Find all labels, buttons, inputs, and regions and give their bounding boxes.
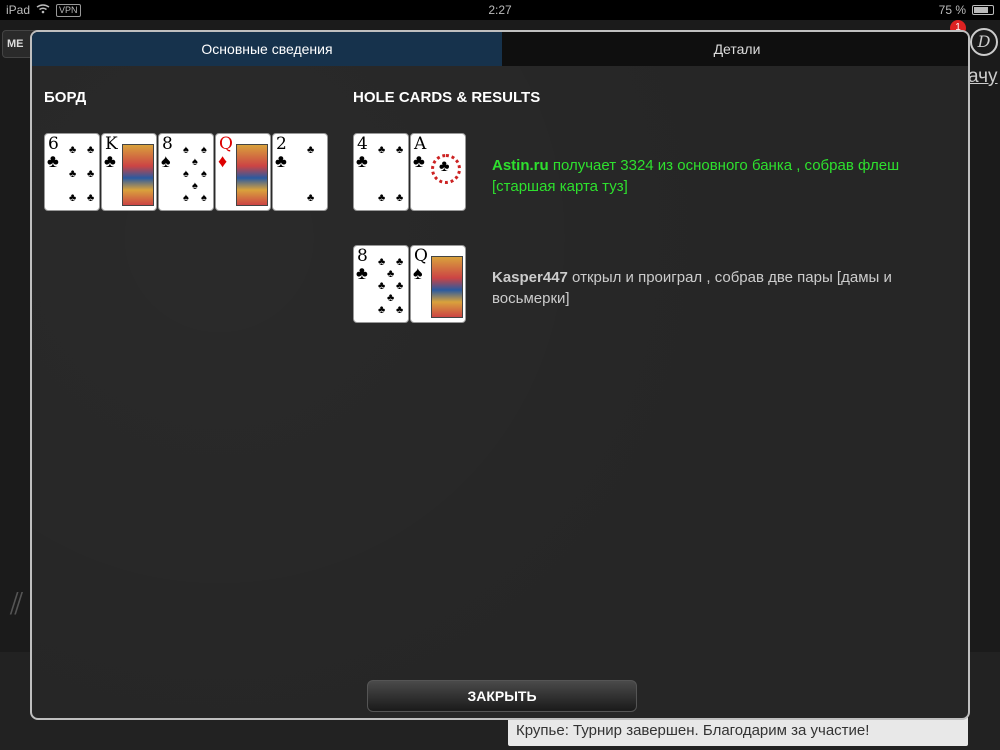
player-name: Kasper447 bbox=[492, 269, 568, 286]
pip-icon: ♣ bbox=[396, 304, 404, 316]
logo-icon[interactable]: D bbox=[970, 28, 998, 56]
pip-icon: ♣ bbox=[396, 280, 404, 292]
background-link[interactable]: ачу bbox=[968, 66, 998, 88]
card-suit-icon: ♣ bbox=[47, 151, 59, 171]
pip-icon: ♠ bbox=[201, 168, 207, 180]
card-suit-icon: ♠ bbox=[161, 151, 171, 171]
card-suit-icon: ♣ bbox=[356, 151, 368, 171]
pip-icon: ♣ bbox=[87, 168, 95, 180]
tab-bar: Основные сведения Детали bbox=[32, 32, 968, 66]
pip-icon: ♣ bbox=[378, 144, 386, 156]
collapse-arrow-icon[interactable]: ⫽ bbox=[10, 588, 23, 622]
tab-overview[interactable]: Основные сведения bbox=[32, 32, 502, 66]
card-pips: ♣ ♣ ♣ ♣ ♣ ♣ ♣ ♣ bbox=[376, 254, 406, 318]
close-button[interactable]: ЗАКРЫТЬ bbox=[367, 680, 637, 712]
pip-icon: ♣ bbox=[387, 268, 395, 280]
playing-card: Q ♠ bbox=[410, 245, 466, 323]
pip-icon: ♣ bbox=[307, 144, 315, 156]
pip-icon: ♠ bbox=[201, 192, 207, 204]
face-card-art-icon bbox=[122, 144, 154, 206]
status-bar: iPad VPN 2:27 75 % bbox=[0, 0, 1000, 20]
card-suit-icon: ♣ bbox=[356, 263, 368, 283]
face-card-art-icon bbox=[431, 256, 463, 318]
results-title: HOLE CARDS & RESULTS bbox=[353, 89, 541, 106]
playing-card: 2 ♣ ♣ ♣ bbox=[272, 133, 328, 211]
result-text: получает 3324 из основного банка , собра… bbox=[492, 157, 900, 195]
card-pips: ♣ ♣ bbox=[295, 142, 325, 206]
card-pips: ♣ ♣ ♣ ♣ bbox=[376, 142, 406, 206]
pip-icon: ♠ bbox=[183, 144, 189, 156]
battery-icon bbox=[972, 5, 994, 15]
card-suit-icon: ♣ bbox=[413, 151, 425, 171]
playing-card: Q ♦ bbox=[215, 133, 271, 211]
pip-icon: ♣ bbox=[378, 280, 386, 292]
pip-icon: ♣ bbox=[387, 292, 395, 304]
pip-icon: ♣ bbox=[87, 144, 95, 156]
card-suit-icon: ♣ bbox=[275, 151, 287, 171]
playing-card: K ♣ bbox=[101, 133, 157, 211]
tab-details[interactable]: Детали bbox=[502, 32, 968, 66]
pip-icon: ♣ bbox=[69, 192, 77, 204]
pip-icon: ♠ bbox=[183, 168, 189, 180]
pip-icon: ♣ bbox=[396, 192, 404, 204]
chat-message: Крупье: Турнир завершен. Благодарим за у… bbox=[508, 716, 968, 746]
pip-icon: ♣ bbox=[396, 144, 404, 156]
playing-card: 6 ♣ ♣ ♣ ♣ ♣ ♣ ♣ bbox=[44, 133, 100, 211]
pip-icon: ♠ bbox=[201, 144, 207, 156]
card-pips: ♠ ♠ ♠ ♠ ♠ ♠ ♠ ♠ bbox=[181, 142, 211, 206]
playing-card: 8 ♠ ♠ ♠ ♠ ♠ ♠ ♠ ♠ ♠ bbox=[158, 133, 214, 211]
playing-card: 8 ♣ ♣ ♣ ♣ ♣ ♣ ♣ ♣ ♣ bbox=[353, 245, 409, 323]
pip-icon: ♣ bbox=[69, 144, 77, 156]
clock: 2:27 bbox=[488, 3, 512, 17]
playing-card: 4 ♣ ♣ ♣ ♣ ♣ bbox=[353, 133, 409, 211]
player-result: Kasper447 открыл и проиграл , собрав две… bbox=[492, 267, 932, 309]
pip-icon: ♠ bbox=[183, 192, 189, 204]
card-pips: ♣ ♣ ♣ ♣ ♣ ♣ bbox=[67, 142, 97, 206]
hand-summary-dialog: Основные сведения Детали БОРД HOLE CARDS… bbox=[30, 30, 970, 720]
pip-icon: ♣ bbox=[87, 192, 95, 204]
pip-icon: ♣ bbox=[307, 192, 315, 204]
pip-icon: ♣ bbox=[378, 192, 386, 204]
pip-icon: ♠ bbox=[192, 180, 198, 192]
playing-card: A ♣ bbox=[410, 133, 466, 211]
pip-icon: ♣ bbox=[378, 304, 386, 316]
battery-label: 75 % bbox=[938, 3, 966, 17]
pip-icon: ♣ bbox=[378, 256, 386, 268]
pip-icon: ♠ bbox=[192, 156, 198, 168]
board-title: БОРД bbox=[44, 89, 87, 106]
card-suit-icon: ♠ bbox=[413, 263, 423, 283]
face-card-art-icon bbox=[236, 144, 268, 206]
ace-emblem-icon bbox=[431, 154, 461, 184]
card-suit-icon: ♣ bbox=[104, 151, 116, 171]
pip-icon: ♣ bbox=[396, 256, 404, 268]
player-result: Astin.ru получает 3324 из основного банк… bbox=[492, 155, 932, 197]
player-name: Astin.ru bbox=[492, 157, 549, 174]
pip-icon: ♣ bbox=[69, 168, 77, 180]
card-suit-icon: ♦ bbox=[218, 151, 228, 171]
